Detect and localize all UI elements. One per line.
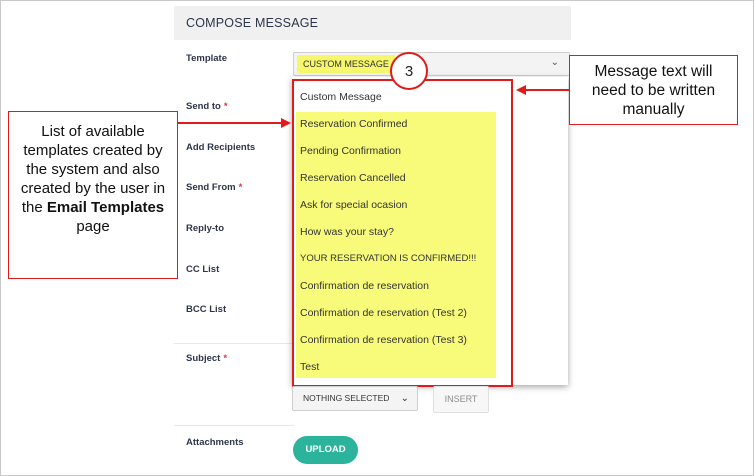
annotation-arrows	[178, 85, 569, 128]
